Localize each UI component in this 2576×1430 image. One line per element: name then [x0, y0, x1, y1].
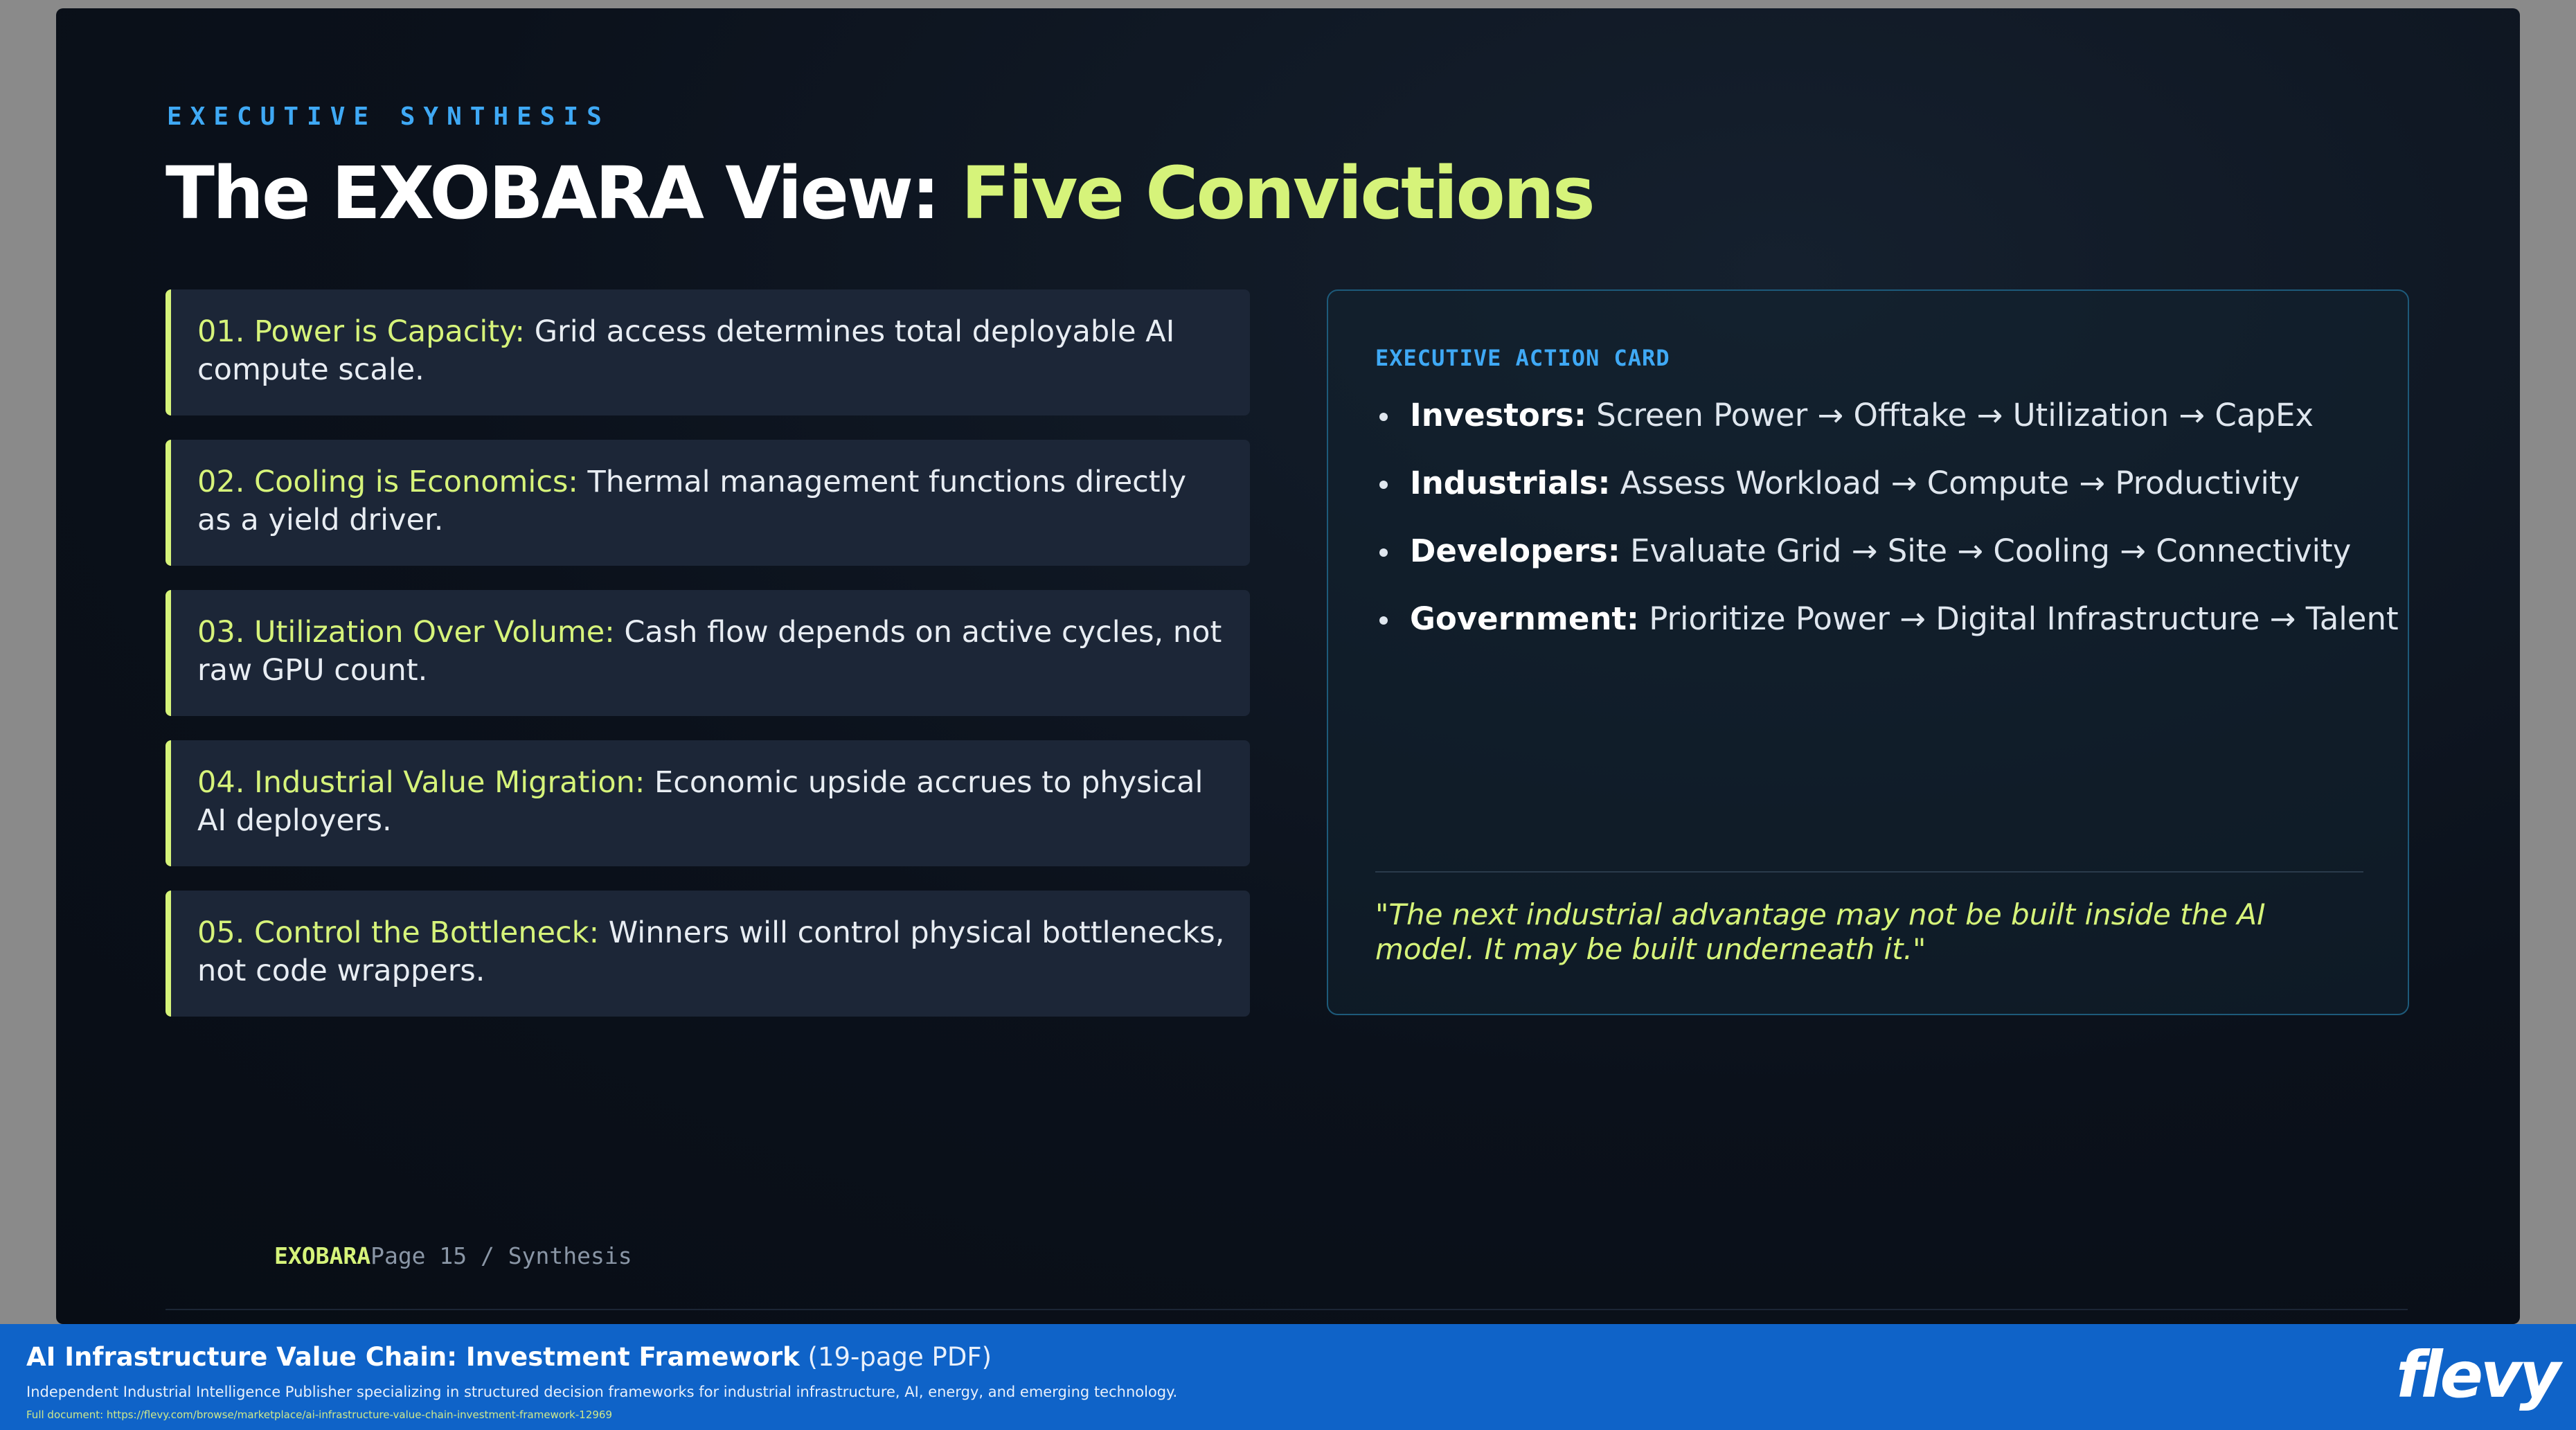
action-card-heading: EXECUTIVE ACTION CARD	[1375, 345, 1670, 371]
document-banner: AI Infrastructure Value Chain: Investmen…	[0, 1324, 2576, 1430]
action-path: Prioritize Power → Digital Infrastructur…	[1638, 600, 2399, 637]
action-path: Evaluate Grid → Site → Cooling → Connect…	[1620, 533, 2352, 569]
closing-quote: "The next industrial advantage may not b…	[1375, 897, 2266, 966]
conviction-lead: 05. Control the Bottleneck:	[197, 915, 600, 950]
action-audience: Developers:	[1410, 533, 1620, 569]
conviction-card-4: 04. Industrial Value Migration: Economic…	[166, 740, 1250, 866]
footer-brand: EXOBARA	[274, 1242, 371, 1269]
action-list: Investors: Screen Power → Offtake → Util…	[1375, 395, 2399, 666]
slide-title: The EXOBARA View: Five Convictions	[166, 151, 1595, 235]
conviction-card-2: 02. Cooling is Economics: Thermal manage…	[166, 440, 1250, 566]
executive-action-card: EXECUTIVE ACTION CARD Investors: Screen …	[1327, 289, 2409, 1015]
conviction-lead: 01. Power is Capacity:	[197, 314, 526, 349]
document-title[interactable]: AI Infrastructure Value Chain: Investmen…	[26, 1342, 800, 1372]
page-indicator: Page 15 / Synthesis	[370, 1242, 632, 1269]
card-divider	[1375, 871, 2363, 873]
conviction-card-5: 05. Control the Bottleneck: Winners will…	[166, 891, 1250, 1017]
action-audience: Industrials:	[1410, 465, 1611, 501]
flevy-logo[interactable]: flevy	[2396, 1341, 2561, 1410]
action-item-developers: Developers: Evaluate Grid → Site → Cooli…	[1375, 530, 2372, 598]
document-page-count: (19-page PDF)	[799, 1342, 992, 1372]
banner-title[interactable]: AI Infrastructure Value Chain: Investmen…	[26, 1342, 992, 1372]
action-item-industrials: Industrials: Assess Workload → Compute →…	[1375, 463, 2372, 530]
action-path: Screen Power → Offtake → Utilization → C…	[1586, 397, 2314, 434]
publisher-description: Independent Industrial Intelligence Publ…	[26, 1384, 1178, 1400]
title-accent: Five Convictions	[960, 151, 1595, 235]
action-path: Assess Workload → Compute → Productivity	[1610, 465, 2300, 501]
conviction-lead: 03. Utilization Over Volume:	[197, 615, 615, 650]
convictions-list: 01. Power is Capacity: Grid access deter…	[166, 289, 1250, 1041]
conviction-card-1: 01. Power is Capacity: Grid access deter…	[166, 289, 1250, 415]
conviction-lead: 02. Cooling is Economics:	[197, 465, 578, 499]
slide: EXECUTIVE SYNTHESIS The EXOBARA View: Fi…	[56, 8, 2520, 1324]
document-link[interactable]: Full document: https://flevy.com/browse/…	[26, 1409, 612, 1421]
title-main: The EXOBARA View:	[166, 151, 961, 235]
footer-divider	[166, 1309, 2408, 1310]
action-audience: Government:	[1410, 600, 1639, 637]
conviction-card-3: 03. Utilization Over Volume: Cash flow d…	[166, 590, 1250, 716]
slide-footer: EXOBARAPage 15 / Synthesis	[274, 1242, 632, 1269]
section-eyebrow: EXECUTIVE SYNTHESIS	[167, 102, 610, 131]
action-audience: Investors:	[1410, 397, 1586, 434]
action-item-investors: Investors: Screen Power → Offtake → Util…	[1375, 395, 2372, 463]
action-item-government: Government: Prioritize Power → Digital I…	[1375, 598, 2399, 666]
conviction-lead: 04. Industrial Value Migration:	[197, 765, 645, 800]
